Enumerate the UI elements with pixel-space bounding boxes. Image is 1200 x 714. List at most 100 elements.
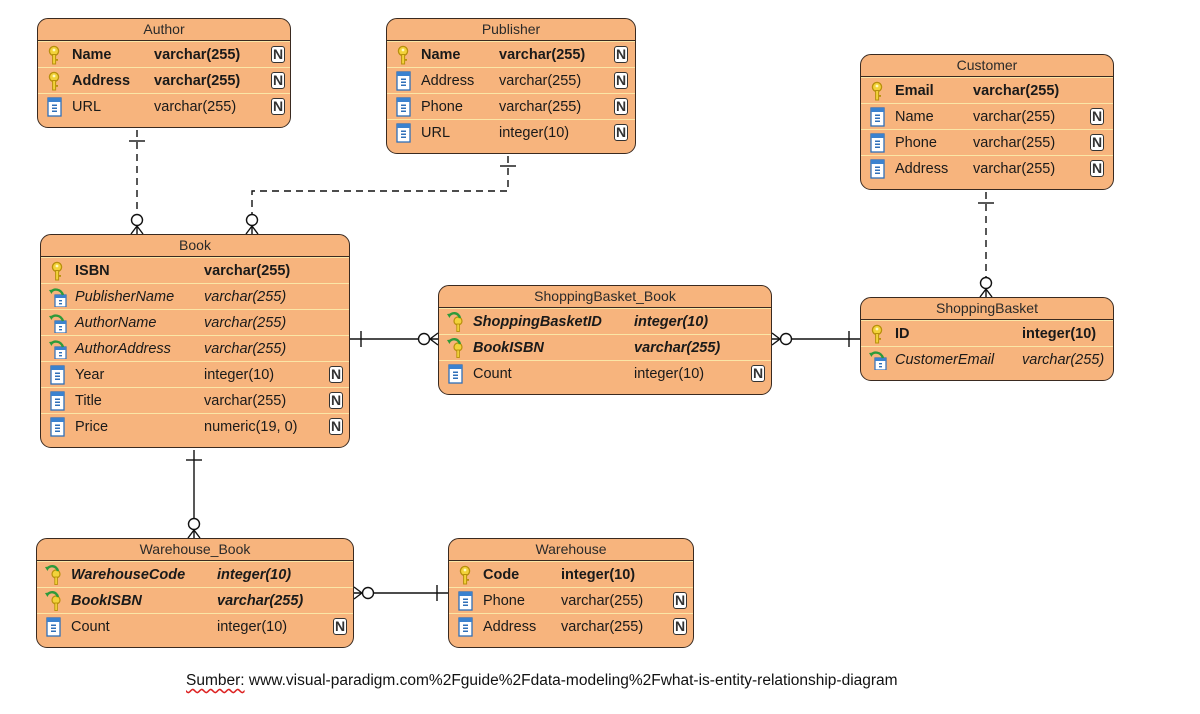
zero-marker: [361, 586, 375, 600]
column-name: Name: [895, 109, 934, 125]
many-marker: [353, 586, 363, 600]
column-name: Address: [895, 161, 949, 177]
column-row[interactable]: Year integer(10) N: [41, 361, 349, 387]
column-name: Name: [72, 47, 112, 63]
column-type: varchar(255): [204, 289, 287, 305]
column-type: varchar(255): [973, 109, 1056, 125]
nullable-icon: N: [271, 46, 285, 63]
nullable-icon: N: [673, 592, 687, 609]
column-row[interactable]: BookISBN varchar(255): [37, 587, 353, 613]
nullable-icon: N: [271, 98, 285, 115]
column-type: varchar(255): [634, 340, 721, 356]
foreign-key-icon: [49, 313, 67, 334]
entity-title: Warehouse_Book: [37, 539, 353, 561]
column-type: varchar(255): [499, 47, 586, 63]
column-icon: [869, 133, 887, 153]
column-name: Price: [75, 419, 109, 435]
column-row[interactable]: Phone varchar(255) N: [449, 587, 693, 613]
key-icon: [46, 71, 64, 91]
column-type: integer(10): [634, 366, 705, 382]
zero-marker: [417, 332, 431, 346]
column-row[interactable]: Count integer(10) N: [37, 613, 353, 639]
column-icon: [395, 123, 413, 143]
entity-title: Publisher: [387, 19, 635, 41]
column-row[interactable]: URL varchar(255) N: [38, 93, 290, 119]
column-row[interactable]: URL integer(10) N: [387, 119, 635, 145]
column-name: AuthorName: [75, 315, 157, 331]
entity-shoppingbasket[interactable]: ShoppingBasket ID integer(10) CustomerEmail…: [860, 297, 1114, 381]
entity-customer[interactable]: Customer Email varchar(255) Name varchar(255…: [860, 54, 1114, 190]
primary-foreign-key-icon: [45, 565, 63, 585]
entity-warehouse[interactable]: Warehouse Code integer(10) Phone varchar(255…: [448, 538, 694, 648]
many-marker: [429, 332, 439, 346]
zero-marker: [187, 517, 201, 531]
column-row[interactable]: Title varchar(255) N: [41, 387, 349, 413]
column-row[interactable]: AuthorAddress varchar(255): [41, 335, 349, 361]
column-icon: [46, 97, 64, 117]
column-row[interactable]: Address varchar(255) N: [861, 155, 1113, 181]
source-label: Sumber:: [186, 672, 245, 689]
nullable-icon: N: [1090, 108, 1104, 125]
column-row[interactable]: CustomerEmail varchar(255): [861, 346, 1113, 372]
column-icon: [395, 97, 413, 117]
column-row[interactable]: WarehouseCode integer(10): [37, 561, 353, 587]
entity-title: ShoppingBasket: [861, 298, 1113, 320]
column-type: varchar(255): [204, 263, 291, 279]
column-row[interactable]: Address varchar(255) N: [38, 67, 290, 93]
column-row[interactable]: Price numeric(19, 0) N: [41, 413, 349, 439]
column-row[interactable]: ShoppingBasketID integer(10): [439, 308, 771, 334]
entity-title: Warehouse: [449, 539, 693, 561]
column-row[interactable]: Name varchar(255) N: [861, 103, 1113, 129]
column-name: BookISBN: [473, 340, 544, 356]
column-row[interactable]: ID integer(10): [861, 320, 1113, 346]
column-icon: [869, 159, 887, 179]
zero-marker: [130, 213, 144, 227]
entity-book[interactable]: Book ISBN varchar(255) PublisherName varchar…: [40, 234, 350, 448]
column-icon: [49, 391, 67, 411]
column-row[interactable]: AuthorName varchar(255): [41, 309, 349, 335]
nullable-icon: N: [329, 418, 343, 435]
column-row[interactable]: BookISBN varchar(255): [439, 334, 771, 360]
column-row[interactable]: Count integer(10) N: [439, 360, 771, 386]
column-icon: [869, 107, 887, 127]
source-caption: Sumber: www.visual-paradigm.com%2Fguide%…: [186, 672, 898, 690]
column-name: Address: [421, 73, 475, 89]
foreign-key-icon: [49, 287, 67, 308]
column-name: Address: [72, 73, 131, 89]
nullable-icon: N: [614, 72, 628, 89]
column-name: PublisherName: [75, 289, 175, 305]
entity-title: Book: [41, 235, 349, 257]
column-name: Year: [75, 367, 105, 383]
column-icon: [49, 365, 67, 385]
column-type: varchar(255): [561, 593, 644, 609]
column-row[interactable]: Email varchar(255): [861, 77, 1113, 103]
key-icon: [46, 45, 64, 65]
entity-author[interactable]: Author Name varchar(255) N Address varchar(25…: [37, 18, 291, 128]
column-row[interactable]: Name varchar(255) N: [38, 41, 290, 67]
column-type: varchar(255): [499, 73, 582, 89]
nullable-icon: N: [1090, 160, 1104, 177]
column-row[interactable]: Address varchar(255) N: [449, 613, 693, 639]
column-name: Phone: [895, 135, 937, 151]
column-name: Email: [895, 83, 934, 99]
column-name: CustomerEmail: [895, 352, 995, 368]
entity-publisher[interactable]: Publisher Name varchar(255) N Address varchar…: [386, 18, 636, 154]
column-row[interactable]: Code integer(10): [449, 561, 693, 587]
entity-shoppingbasket-book[interactable]: ShoppingBasket_Book ShoppingBasketID integ…: [438, 285, 772, 395]
column-row[interactable]: Phone varchar(255) N: [387, 93, 635, 119]
column-row[interactable]: Address varchar(255) N: [387, 67, 635, 93]
column-type: integer(10): [499, 125, 570, 141]
many-marker: [130, 225, 144, 235]
column-type: integer(10): [217, 567, 292, 583]
many-marker: [771, 332, 781, 346]
column-row[interactable]: Phone varchar(255) N: [861, 129, 1113, 155]
primary-foreign-key-icon: [447, 338, 465, 358]
entity-warehouse-book[interactable]: Warehouse_Book WarehouseCode integer(10) Bo…: [36, 538, 354, 648]
column-name: BookISBN: [71, 593, 142, 609]
entity-footer: [38, 119, 290, 127]
column-row[interactable]: Name varchar(255) N: [387, 41, 635, 67]
column-type: varchar(255): [217, 593, 304, 609]
column-name: Address: [483, 619, 537, 635]
column-row[interactable]: ISBN varchar(255): [41, 257, 349, 283]
column-row[interactable]: PublisherName varchar(255): [41, 283, 349, 309]
